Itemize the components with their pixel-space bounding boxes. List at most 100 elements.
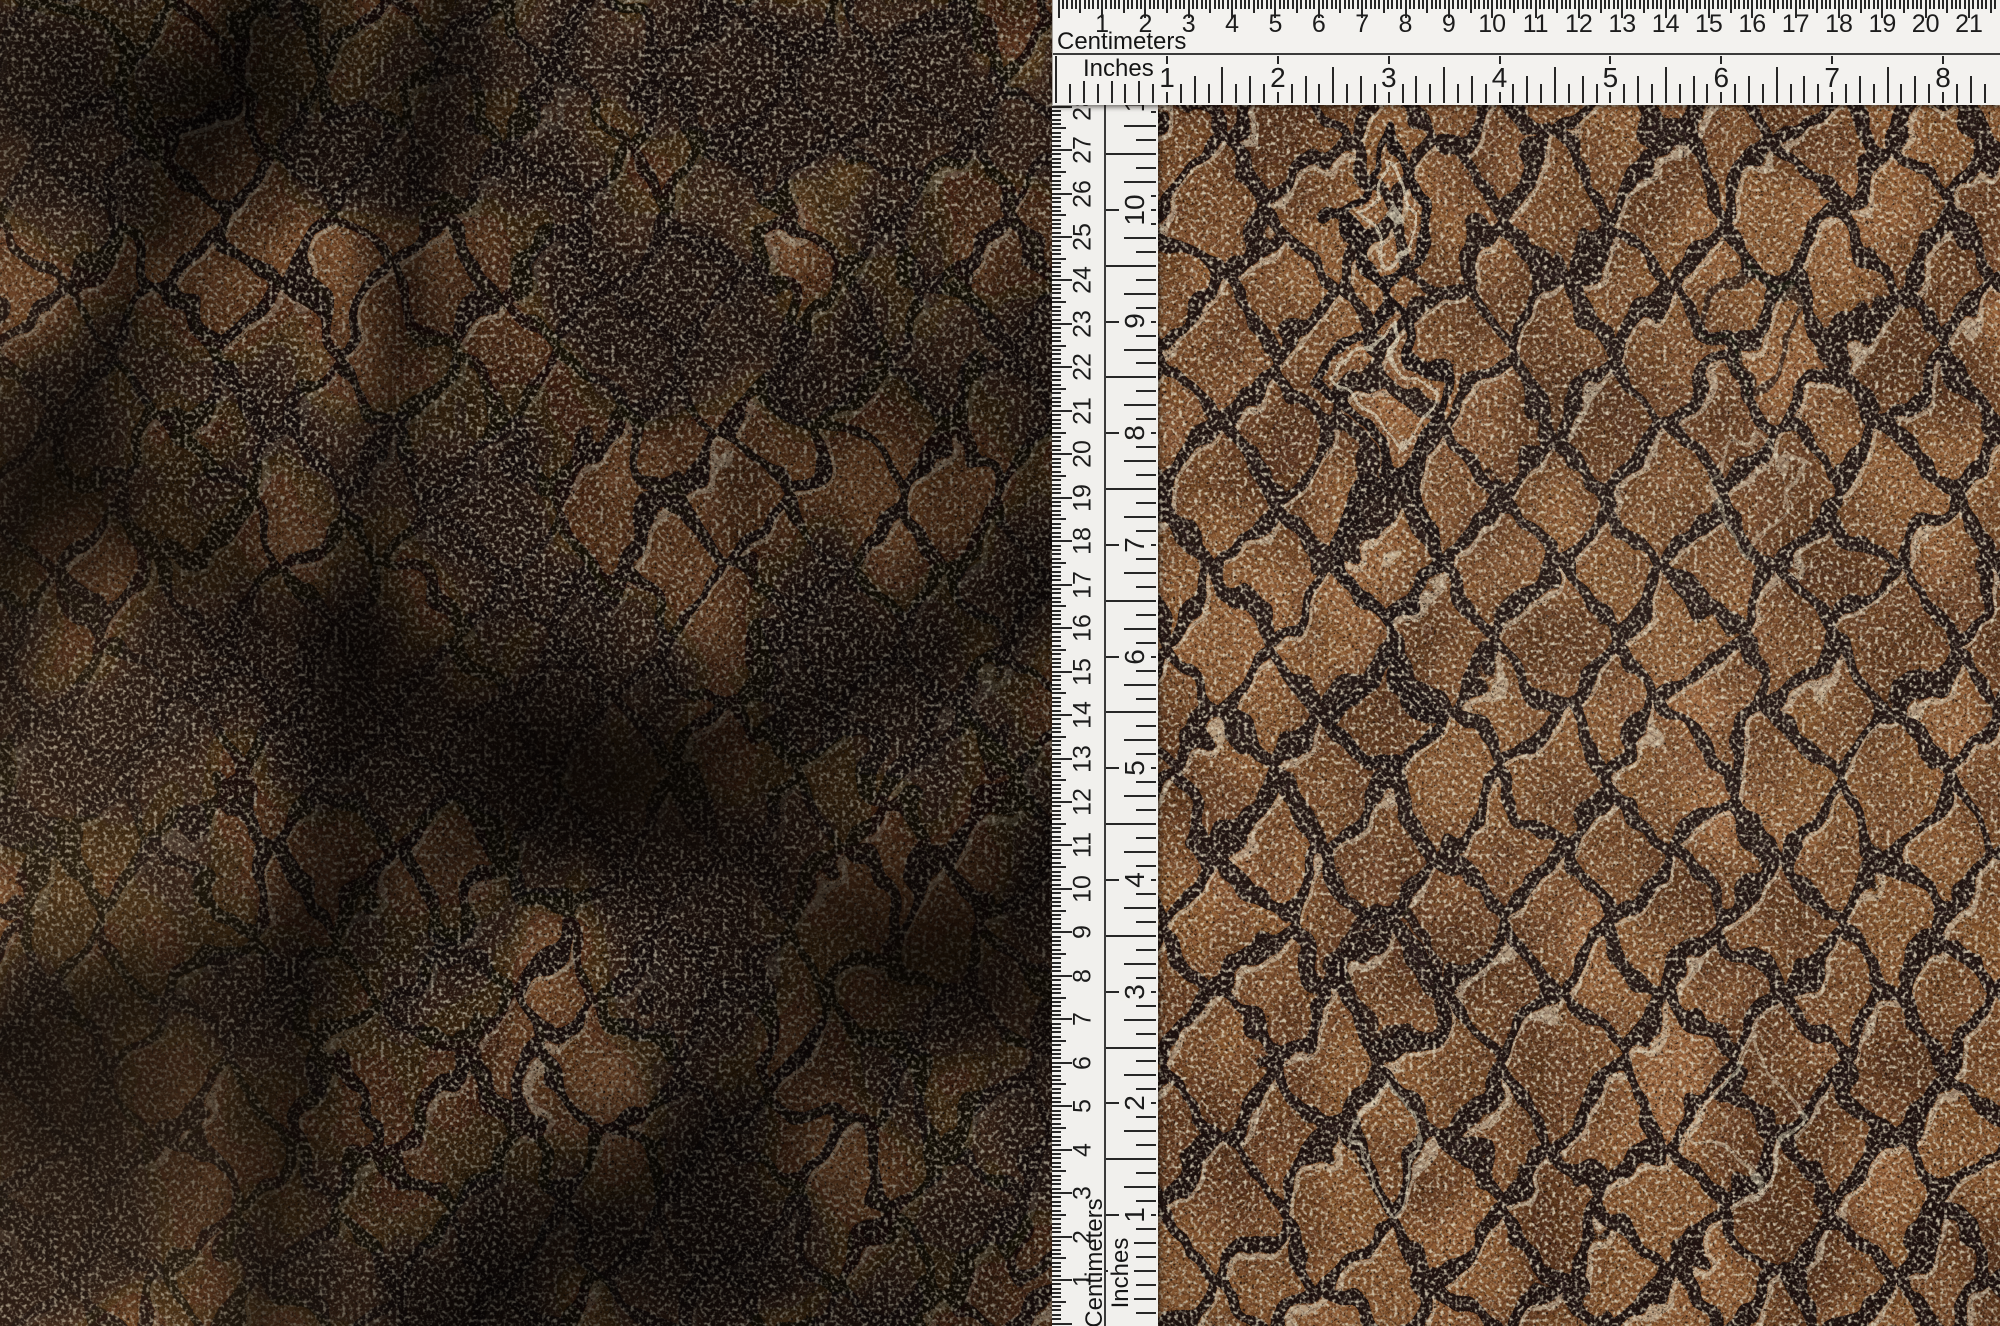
cm-tick (1626, 0, 1628, 9)
cm-tick (1964, 0, 1966, 9)
cm-number: 13 (1071, 745, 1096, 773)
cm-tick (1052, 301, 1066, 303)
inch-tick (1136, 977, 1156, 979)
cm-tick (1052, 414, 1061, 416)
cm-tick (1192, 0, 1194, 9)
inch-tick (1106, 376, 1156, 378)
inch-tick (1136, 1088, 1156, 1090)
cm-tick (1066, 0, 1068, 9)
cm-tick (1808, 0, 1810, 9)
cm-tick (1052, 505, 1061, 507)
cm-tick (1052, 171, 1066, 173)
inch-tick (1914, 76, 1916, 103)
cm-tick (1860, 0, 1862, 13)
cm-number: 7 (1355, 12, 1369, 37)
cm-tick (1370, 0, 1372, 9)
cm-tick (1052, 358, 1061, 360)
cm-tick (1052, 471, 1061, 473)
inch-tick (1124, 851, 1156, 853)
inch-tick (1124, 404, 1156, 406)
cm-number: 12 (1565, 12, 1593, 37)
cm-tick (1196, 0, 1198, 9)
cm-tick (1052, 697, 1061, 699)
inch-tick (1106, 1158, 1156, 1160)
cm-tick (1052, 262, 1061, 264)
cm-tick (1079, 0, 1081, 13)
inch-tick (1596, 84, 1598, 103)
cm-tick (1052, 166, 1061, 168)
cm-tick (1052, 306, 1061, 308)
inch-tick (1526, 76, 1528, 103)
cm-tick (1052, 180, 1061, 182)
inch-number: 4 (1489, 64, 1511, 92)
cm-tick (1847, 0, 1849, 9)
cm-tick (1387, 0, 1389, 9)
cm-tick (1052, 545, 1061, 547)
horizontal-cm-unit-label: Centimeters (1057, 30, 1186, 54)
cm-tick (1052, 918, 1061, 920)
cm-tick (1052, 532, 1061, 534)
cm-number: 20 (1071, 440, 1096, 468)
inch-number: 2 (1267, 64, 1289, 92)
cm-tick (1691, 0, 1693, 9)
cm-tick (1052, 871, 1061, 873)
cm-number: 8 (1071, 969, 1096, 983)
cm-tick (1052, 762, 1061, 764)
cm-tick (1052, 214, 1066, 216)
cm-tick (1052, 614, 1061, 616)
cm-number: 7 (1071, 1012, 1096, 1026)
inch-tick (1136, 893, 1156, 895)
cm-tick (1942, 0, 1944, 9)
inch-tick (1554, 67, 1556, 103)
cm-tick (1052, 227, 1061, 229)
inch-tick (1136, 558, 1156, 560)
cm-tick (1052, 384, 1061, 386)
cm-tick (1052, 240, 1061, 242)
cm-tick (1652, 0, 1654, 9)
inch-tick (1069, 84, 1071, 103)
cm-tick (1052, 1188, 1061, 1190)
inch-tick (1124, 349, 1156, 351)
cm-tick (1686, 0, 1688, 13)
cm-tick (1591, 0, 1593, 9)
cm-tick (1396, 0, 1398, 9)
cm-tick (1157, 0, 1159, 9)
cm-tick (1052, 692, 1066, 694)
cm-tick (1235, 0, 1237, 9)
cm-tick (1052, 897, 1061, 899)
cm-tick (1052, 475, 1066, 477)
cm-tick (1052, 1031, 1061, 1033)
cm-tick (1052, 892, 1061, 894)
inch-tick (1443, 67, 1445, 103)
cm-tick (1052, 640, 1061, 642)
cm-tick (1052, 297, 1061, 299)
vertical-inch-scale: 1110987654321 Inches (1106, 105, 1158, 1326)
cm-tick (1695, 0, 1697, 9)
cm-tick (1052, 684, 1061, 686)
cm-number: 18 (1825, 12, 1853, 37)
inch-tick (1249, 76, 1251, 103)
cm-tick (1569, 0, 1571, 9)
cm-number: 14 (1652, 12, 1680, 37)
cm-tick (1052, 1314, 1061, 1316)
cm-tick (1209, 0, 1211, 13)
cm-tick (1418, 0, 1420, 9)
cm-number: 22 (1071, 353, 1096, 381)
cm-tick (1052, 775, 1061, 777)
cm-tick (1352, 0, 1354, 9)
cm-number: 6 (1312, 12, 1326, 37)
cm-tick (1877, 0, 1879, 9)
cm-tick (1052, 158, 1061, 160)
cm-tick (1071, 0, 1073, 9)
cm-tick (1052, 944, 1061, 946)
cm-tick (1052, 588, 1061, 590)
cm-number: 24 (1071, 267, 1096, 295)
cm-tick (1613, 0, 1615, 9)
inch-tick (1136, 1116, 1156, 1118)
cm-tick (1084, 0, 1086, 9)
cm-tick (1052, 814, 1061, 816)
cm-tick (1483, 0, 1485, 9)
cm-tick (1743, 0, 1745, 9)
cm-tick (1773, 0, 1775, 13)
cm-tick (1669, 0, 1671, 9)
